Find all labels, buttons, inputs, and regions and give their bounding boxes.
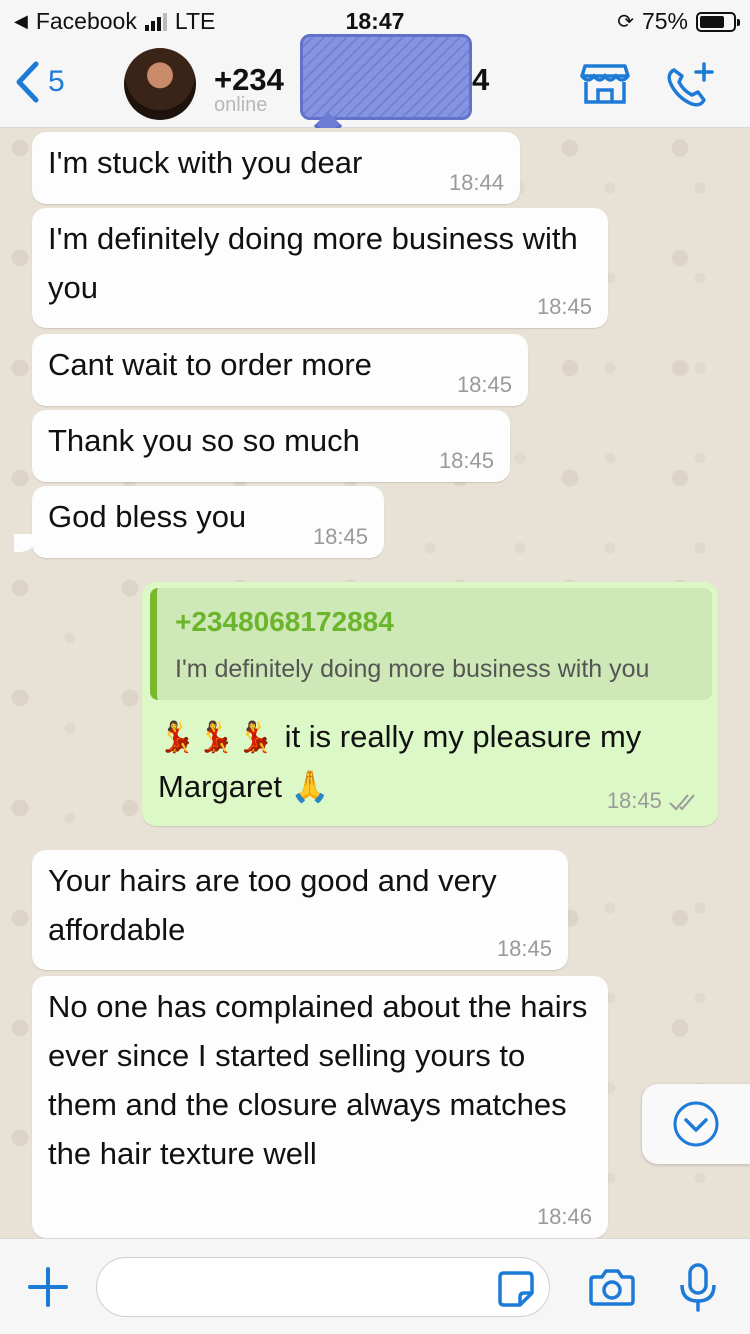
outgoing-message[interactable]: +2348068172884 I'm definitely doing more…: [142, 582, 718, 826]
input-bar: [0, 1238, 750, 1334]
message-time-value: 18:45: [606, 787, 662, 813]
battery-fill: [700, 15, 724, 28]
rotation-lock-icon: ⟳: [617, 11, 634, 33]
storefront-icon: [580, 64, 630, 104]
contact-name-start: +234: [214, 62, 284, 97]
message-text: No one has complained about the hairs ev…: [48, 989, 588, 1171]
message-text: Cant wait to order more: [48, 347, 372, 382]
incoming-message[interactable]: Thank you so so much 18:45: [32, 410, 510, 482]
camera-button[interactable]: [588, 1265, 636, 1314]
message-time: 18:44: [448, 170, 504, 195]
shop-button[interactable]: [580, 62, 630, 111]
message-time: 18:45: [312, 524, 368, 549]
read-receipt-icon: [669, 794, 695, 811]
message-text: Thank you so so much: [48, 423, 360, 458]
contact-status: online: [214, 94, 268, 116]
incoming-message[interactable]: I'm definitely doing more business with …: [32, 208, 608, 328]
quoted-sender: +2348068172884: [175, 606, 394, 637]
message-time: 18:45: [606, 787, 700, 813]
contact-name[interactable]: +234: [214, 62, 284, 98]
message-text: I'm definitely doing more business with …: [48, 221, 578, 305]
microphone-button[interactable]: [678, 1263, 718, 1318]
attach-button[interactable]: [26, 1265, 70, 1314]
call-button[interactable]: [664, 62, 716, 115]
add-call-icon: [667, 62, 714, 107]
dancer-emojis: 💃💃💃: [158, 721, 277, 754]
message-time: 18:46: [536, 1204, 592, 1229]
chat-area[interactable]: I'm stuck with you dear 18:44 I'm defini…: [0, 128, 750, 1238]
camera-icon: [589, 1269, 635, 1306]
redaction-overlay: [300, 34, 472, 120]
plus-icon: [28, 1267, 68, 1307]
microphone-icon: [680, 1263, 716, 1312]
incoming-message[interactable]: Your hairs are too good and very afforda…: [32, 850, 568, 970]
incoming-message[interactable]: God bless you 18:45: [32, 486, 384, 558]
sticker-button[interactable]: [496, 1269, 536, 1314]
incoming-message[interactable]: I'm stuck with you dear 18:44: [32, 132, 520, 204]
incoming-message[interactable]: Cant wait to order more 18:45: [32, 334, 528, 406]
back-button[interactable]: 5: [14, 60, 65, 104]
unread-count: 5: [48, 65, 65, 98]
chevron-left-icon: [16, 61, 39, 103]
chevron-down-circle-icon: [673, 1101, 719, 1147]
message-time: 18:45: [536, 294, 592, 319]
scroll-to-bottom-button[interactable]: [642, 1084, 750, 1164]
battery-percentage: 75%: [641, 8, 688, 34]
quoted-text: I'm definitely doing more business with …: [175, 655, 650, 683]
sticker-icon: [498, 1271, 534, 1307]
message-time: 18:45: [496, 936, 552, 961]
contact-name-end: 4: [472, 62, 490, 97]
battery-icon: [696, 11, 740, 32]
message-text: Your hairs are too good and very afforda…: [48, 863, 497, 947]
status-right: ⟳ 75%: [617, 8, 740, 35]
message-text: I'm stuck with you dear: [48, 145, 363, 180]
message-time: 18:45: [456, 372, 512, 397]
message-time: 18:45: [438, 448, 494, 473]
message-input[interactable]: [96, 1257, 550, 1317]
quoted-message[interactable]: +2348068172884 I'm definitely doing more…: [150, 588, 712, 700]
message-text: God bless you: [48, 499, 247, 534]
avatar[interactable]: [124, 48, 196, 120]
incoming-message[interactable]: No one has complained about the hairs ev…: [32, 976, 608, 1238]
